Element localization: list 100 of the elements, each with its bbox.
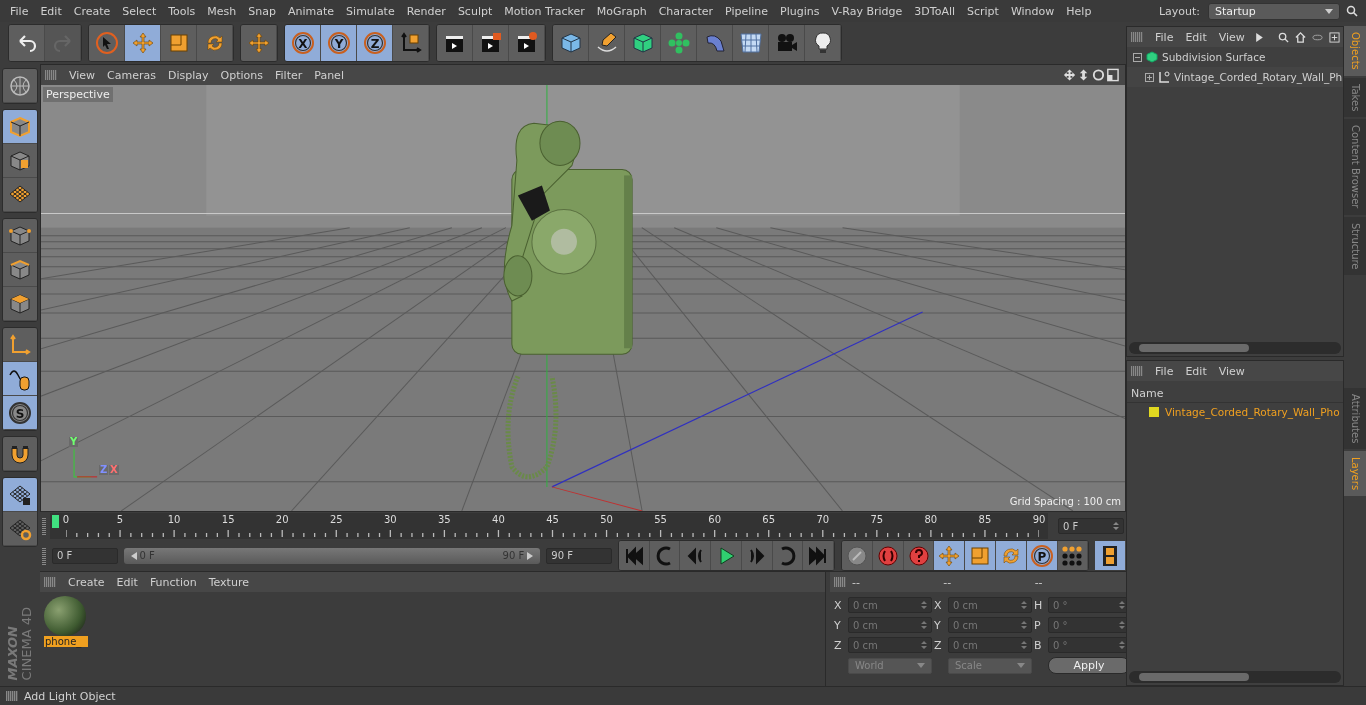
menu-item[interactable]: Plugins — [774, 4, 826, 18]
toolbar-button[interactable] — [473, 25, 509, 61]
side-tab[interactable]: Layers — [1344, 450, 1366, 496]
spinner-icon[interactable] — [921, 621, 927, 629]
panel-grip-icon[interactable] — [834, 577, 846, 587]
menu-item[interactable]: Edit — [1179, 30, 1213, 44]
menu-item[interactable]: Motion Tracker — [498, 4, 591, 18]
layer-row[interactable]: Vintage_Corded_Rotary_Wall_Pho — [1127, 403, 1343, 421]
menu-item[interactable]: 3DToAll — [908, 4, 961, 18]
search-icon[interactable] — [1346, 5, 1358, 17]
undo-button[interactable] — [9, 25, 45, 61]
expand-icon[interactable] — [1145, 72, 1154, 82]
mode-button[interactable] — [3, 362, 37, 396]
menu-item[interactable]: File — [1149, 364, 1180, 378]
panel-grip-icon[interactable] — [1131, 366, 1143, 376]
keyframe-button[interactable] — [965, 541, 996, 570]
menu-item[interactable]: File — [1149, 30, 1180, 44]
menu-item[interactable]: Mesh — [201, 4, 243, 18]
menu-item[interactable]: View — [1212, 30, 1251, 44]
menu-item[interactable]: View — [1212, 364, 1251, 378]
right-arrow-icon[interactable] — [527, 551, 534, 560]
start-frame-field[interactable]: 0 F — [51, 547, 118, 564]
menu-item[interactable]: Panel — [308, 68, 350, 82]
axis-lock-button[interactable]: Z — [357, 25, 393, 61]
search-icon[interactable] — [1278, 31, 1289, 43]
side-tab[interactable]: Takes — [1344, 77, 1366, 118]
end-frame-field[interactable]: 90 F — [546, 547, 612, 564]
collapse-icon[interactable] — [1133, 52, 1142, 62]
menu-item[interactable]: Select — [116, 4, 163, 18]
menu-item[interactable]: Filter — [269, 68, 309, 82]
menu-item[interactable]: Sculpt — [451, 4, 499, 18]
menu-item[interactable]: Edit — [110, 575, 144, 589]
menu-item[interactable]: Function — [143, 575, 203, 589]
spinner-icon[interactable] — [921, 641, 927, 649]
panel-grip-icon[interactable] — [44, 577, 56, 587]
mode-button[interactable] — [3, 287, 37, 321]
toolbar-button[interactable] — [509, 25, 545, 61]
home-icon[interactable] — [1295, 31, 1306, 43]
view-navigation-icon[interactable] — [1063, 68, 1119, 82]
mode-button[interactable] — [3, 328, 37, 362]
keyframe-button[interactable] — [934, 541, 966, 570]
menu-item[interactable]: Snap — [242, 4, 282, 18]
playback-button[interactable] — [649, 541, 681, 570]
side-tab[interactable]: Objects — [1344, 26, 1366, 76]
menu-item[interactable]: Character — [652, 4, 719, 18]
menu-item[interactable]: Script — [961, 4, 1005, 18]
mode-button[interactable] — [3, 219, 37, 253]
menu-item[interactable]: Animate — [282, 4, 341, 18]
object-row[interactable]: Subdivision Surface — [1127, 47, 1343, 67]
telephone-drawing[interactable] — [503, 120, 633, 480]
playback-button[interactable] — [711, 541, 742, 570]
menu-item[interactable]: Edit — [34, 4, 68, 18]
playback-button[interactable] — [618, 541, 650, 570]
menu-item[interactable]: Cameras — [101, 68, 162, 82]
playback-button[interactable] — [741, 541, 773, 570]
keyframe-button[interactable] — [903, 541, 935, 570]
menu-item[interactable]: Texture — [202, 575, 255, 589]
left-arrow-icon[interactable] — [130, 551, 137, 560]
menu-item[interactable]: Pipeline — [719, 4, 775, 18]
menu-item[interactable]: Options — [214, 68, 269, 82]
more-arrow-icon[interactable] — [1253, 31, 1265, 43]
mode-button[interactable] — [3, 478, 37, 512]
current-frame-field[interactable]: 0 F — [1058, 518, 1124, 534]
keyframe-button[interactable] — [995, 541, 1027, 570]
menu-item[interactable]: MoGraph — [590, 4, 653, 18]
panel-grip-icon[interactable] — [45, 70, 57, 80]
spinner-icon[interactable] — [1021, 641, 1027, 649]
playback-button[interactable] — [772, 541, 804, 570]
spinner-icon[interactable] — [1021, 601, 1027, 609]
spinner-icon[interactable] — [1021, 621, 1027, 629]
playback-button[interactable] — [680, 541, 712, 570]
horizontal-scrollbar[interactable] — [1129, 342, 1341, 354]
mode-button[interactable] — [3, 69, 37, 103]
mode-button[interactable] — [3, 512, 37, 546]
panel-grip-icon[interactable] — [6, 691, 18, 701]
menu-item[interactable]: Render — [400, 4, 452, 18]
mode-button[interactable] — [3, 437, 37, 471]
toolbar-button[interactable] — [805, 25, 841, 61]
layer-color-swatch[interactable] — [1149, 407, 1159, 417]
menu-item[interactable]: Create — [67, 4, 117, 18]
axis-lock-button[interactable]: X — [285, 25, 321, 61]
side-tab[interactable]: Attributes — [1344, 387, 1366, 449]
timeline-ruler[interactable]: 0 5 10 15 20 25 30 35 40 45 50 55 60 65 70 75 80 85 90 — [50, 513, 1048, 539]
side-tab[interactable]: Structure — [1344, 216, 1366, 276]
menu-item[interactable]: Window — [1004, 4, 1061, 18]
material-swatch[interactable]: phone_ — [44, 596, 88, 682]
toolbar-button[interactable] — [393, 25, 429, 61]
menu-item[interactable]: View — [63, 68, 102, 82]
spinner-icon[interactable] — [921, 601, 927, 609]
spinner-icon[interactable] — [1113, 522, 1119, 530]
menu-item[interactable]: Display — [162, 68, 215, 82]
object-row[interactable]: Vintage_Corded_Rotary_Wall_Ph — [1127, 67, 1343, 87]
mode-button[interactable] — [3, 253, 37, 287]
axis-lock-button[interactable]: Y — [321, 25, 357, 61]
horizontal-scrollbar[interactable] — [1129, 671, 1341, 683]
menu-item[interactable]: Help — [1060, 4, 1098, 18]
playback-button[interactable] — [803, 541, 835, 570]
menu-item[interactable]: Edit — [1179, 364, 1213, 378]
mode-button[interactable] — [3, 144, 37, 178]
keyframe-button[interactable] — [872, 541, 904, 570]
